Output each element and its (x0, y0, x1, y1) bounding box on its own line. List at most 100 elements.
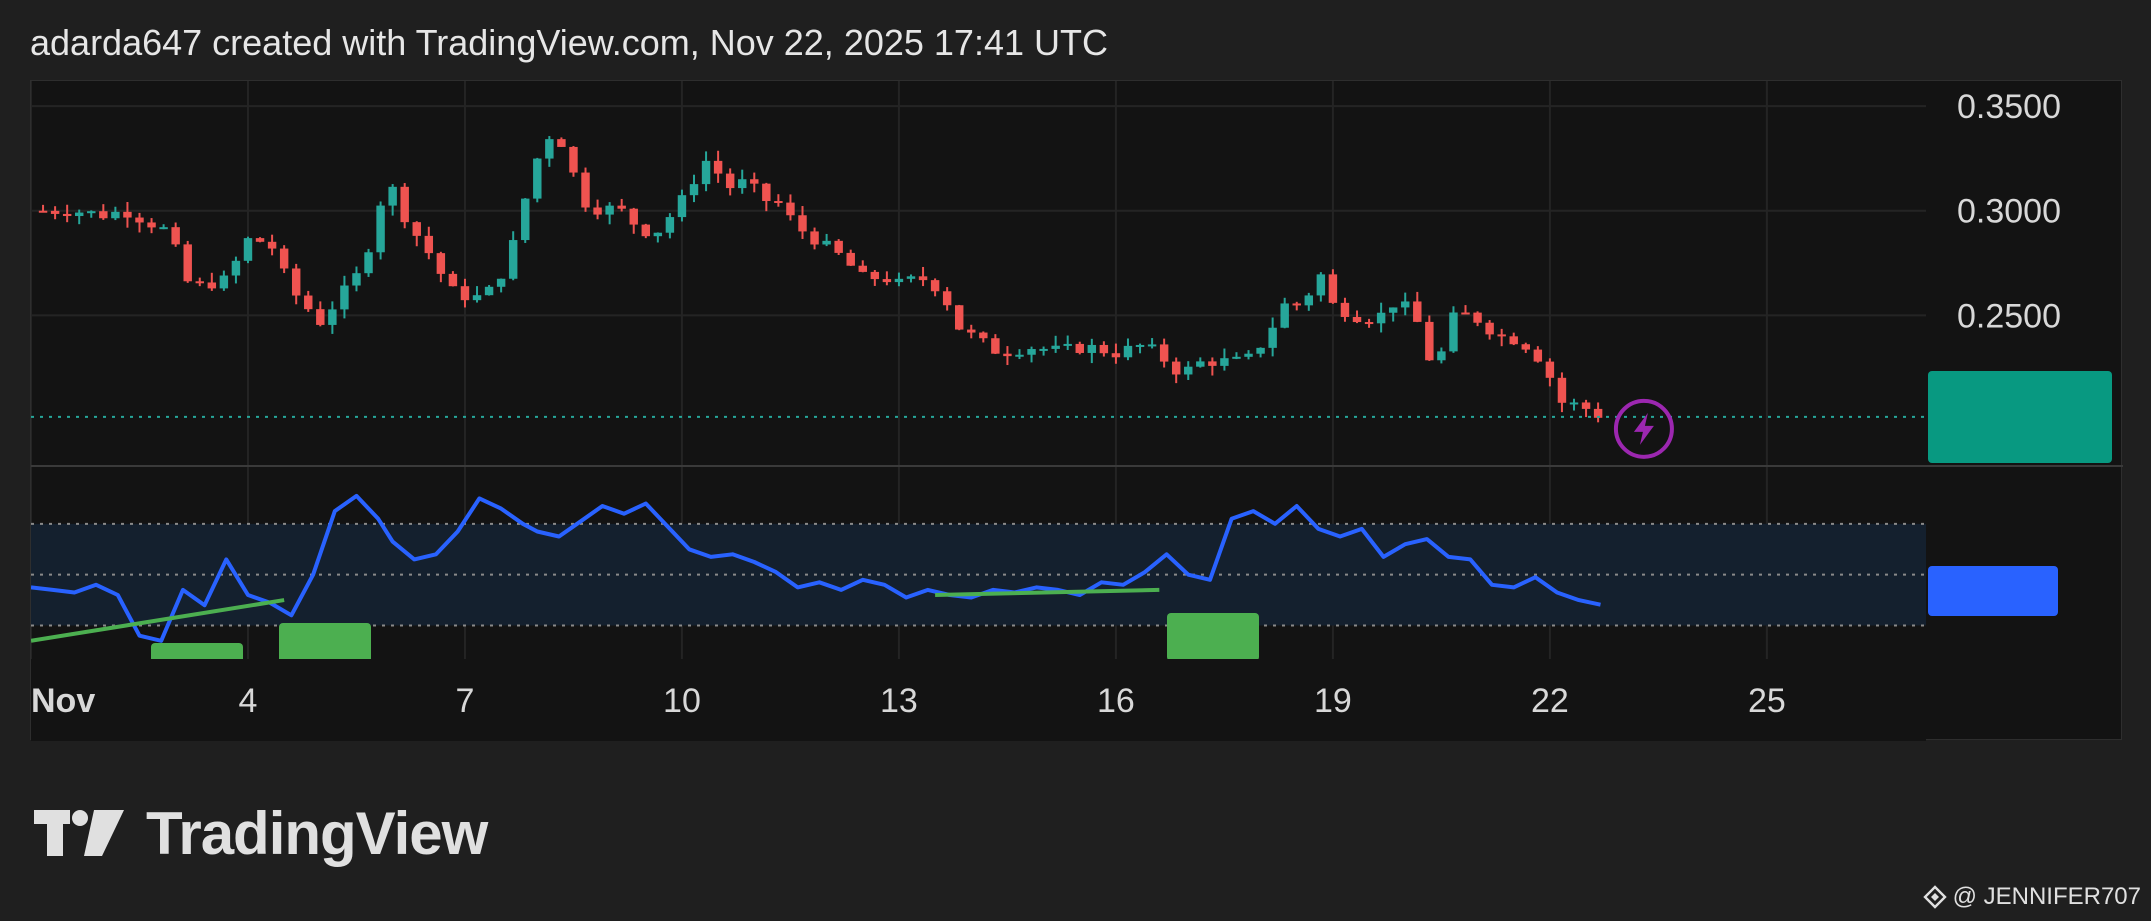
candle-body[interactable] (231, 260, 241, 276)
candle-body[interactable] (1123, 345, 1133, 358)
candle-body[interactable] (641, 224, 651, 237)
candle-body[interactable] (219, 275, 229, 289)
candle-body[interactable] (340, 285, 349, 310)
candle-body[interactable] (1039, 348, 1048, 351)
candle-body[interactable] (569, 146, 578, 173)
candle-body[interactable] (1485, 322, 1494, 335)
candle-body[interactable] (279, 248, 289, 269)
candle-body[interactable] (979, 332, 988, 339)
candle-body[interactable] (364, 252, 373, 274)
candle-body[interactable] (701, 160, 711, 185)
candle-body[interactable] (508, 240, 518, 279)
candle-body[interactable] (1135, 344, 1145, 347)
candle-body[interactable] (1003, 353, 1012, 357)
candle-body[interactable] (1413, 301, 1422, 322)
candle-body[interactable] (255, 238, 265, 242)
candle-body[interactable] (183, 244, 192, 282)
candle-body[interactable] (484, 286, 494, 296)
candle-body[interactable] (400, 186, 409, 223)
candle-body[interactable] (99, 211, 108, 219)
candle-body[interactable] (460, 286, 470, 301)
candle-body[interactable] (496, 278, 506, 287)
candle-body[interactable] (1220, 358, 1229, 366)
candle-body[interactable] (38, 210, 48, 213)
candle-body[interactable] (472, 295, 482, 301)
candle-body[interactable] (1364, 322, 1374, 325)
candle-body[interactable] (1437, 351, 1446, 361)
candle-body[interactable] (1569, 402, 1579, 405)
candle-body[interactable] (1159, 344, 1169, 362)
candle-body[interactable] (412, 222, 421, 236)
candle-body[interactable] (1184, 366, 1193, 375)
candle-body[interactable] (74, 212, 84, 217)
candle-body[interactable] (521, 198, 530, 241)
candle-body[interactable] (967, 329, 976, 333)
candle-body[interactable] (1425, 321, 1434, 361)
candle-body[interactable] (774, 201, 783, 204)
candle-body[interactable] (171, 227, 180, 245)
candle-body[interactable] (882, 279, 892, 283)
candle-body[interactable] (545, 139, 554, 159)
candle-body[interactable] (834, 240, 843, 253)
candle-body[interactable] (1581, 402, 1591, 409)
candle-body[interactable] (62, 213, 72, 217)
candle-body[interactable] (1316, 274, 1326, 296)
candle-body[interactable] (1461, 312, 1470, 315)
candle-body[interactable] (1256, 347, 1265, 354)
candle-body[interactable] (713, 160, 723, 174)
candle-body[interactable] (906, 276, 916, 279)
candle-body[interactable] (424, 235, 434, 254)
candle-body[interactable] (1063, 343, 1072, 346)
candle-body[interactable] (750, 179, 759, 184)
candle-body[interactable] (291, 268, 301, 296)
candle-body[interactable] (689, 184, 699, 196)
candle-body[interactable] (1497, 334, 1506, 337)
candle-body[interactable] (316, 309, 325, 325)
candle-body[interactable] (1533, 349, 1543, 362)
candle-body[interactable] (593, 207, 602, 215)
candle-body[interactable] (870, 271, 880, 280)
candle-body[interactable] (918, 276, 928, 281)
candle-body[interactable] (557, 139, 566, 147)
candle-body[interactable] (810, 231, 819, 245)
candle-body[interactable] (930, 280, 940, 292)
candle-body[interactable] (436, 253, 446, 274)
candle-body[interactable] (1015, 354, 1024, 357)
candle-body[interactable] (1340, 302, 1350, 317)
candle-body[interactable] (352, 273, 361, 286)
candle-body[interactable] (605, 205, 614, 215)
candle-body[interactable] (1401, 301, 1410, 308)
candle-body[interactable] (677, 195, 687, 218)
candle-body[interactable] (328, 309, 337, 325)
candle-body[interactable] (822, 240, 831, 245)
candle-body[interactable] (1051, 345, 1060, 349)
candle-body[interactable] (147, 222, 156, 228)
candle-body[interactable] (1147, 344, 1157, 347)
candle-body[interactable] (653, 232, 663, 237)
candle-body[interactable] (1027, 349, 1036, 355)
candle-body[interactable] (1280, 303, 1289, 328)
candle-body[interactable] (1473, 312, 1482, 323)
candle-body[interactable] (1171, 361, 1181, 375)
candle-body[interactable] (991, 338, 1000, 354)
candle-body[interactable] (1328, 274, 1338, 303)
candle-body[interactable] (858, 265, 867, 272)
chart-frame[interactable]: 0.3500 0.3000 0.2500 Nov 4 7 10 13 16 19 22 25 (30, 80, 2123, 741)
candle-body[interactable] (207, 282, 217, 289)
candle-body[interactable] (376, 205, 385, 253)
candle-body[interactable] (954, 305, 964, 330)
candle-body[interactable] (87, 211, 96, 214)
candle-body[interactable] (1099, 344, 1109, 354)
candle-body[interactable] (388, 186, 397, 206)
candle-body[interactable] (1509, 336, 1518, 345)
candle-body[interactable] (195, 281, 204, 284)
candle-body[interactable] (1232, 356, 1241, 359)
candle-body[interactable] (1196, 361, 1205, 367)
candle-body[interactable] (1557, 377, 1567, 403)
candle-body[interactable] (1352, 316, 1362, 323)
candle-body[interactable] (1087, 344, 1097, 353)
candle-body[interactable] (448, 273, 458, 287)
candle-body[interactable] (581, 172, 590, 208)
candle-body[interactable] (1521, 344, 1531, 350)
candle-body[interactable] (1292, 303, 1301, 306)
